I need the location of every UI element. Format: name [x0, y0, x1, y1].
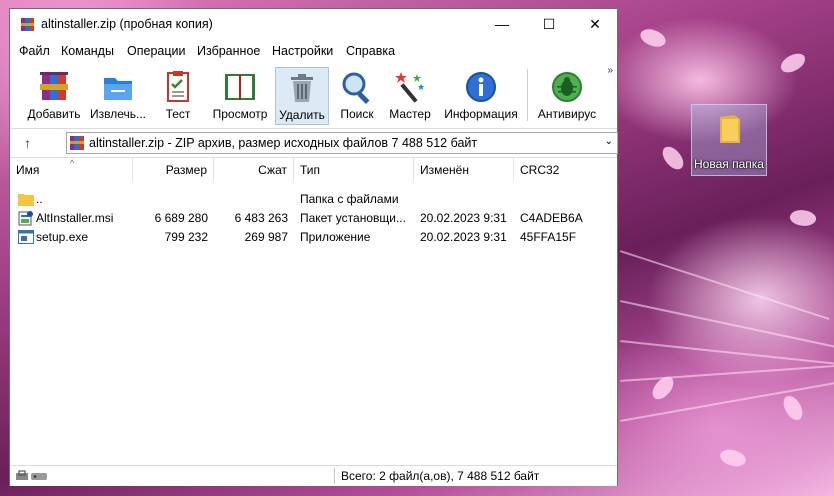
column-modified-label: Изменён: [420, 163, 469, 177]
file-size: 799 232: [164, 230, 208, 244]
menu-bar: Файл Команды Операции Избранное Настройк…: [10, 43, 617, 61]
add-button[interactable]: Добавить: [12, 67, 96, 125]
folder-icon: [18, 194, 34, 206]
file-list: Имя ^ Размер Сжат Тип Изменён CRC32 .. П…: [10, 157, 617, 464]
file-size: 6 689 280: [154, 211, 208, 225]
title-bar[interactable]: altinstaller.zip (пробная копия) — ☐ ✕: [10, 9, 617, 39]
status-separator: [334, 468, 335, 484]
file-modified: 20.02.2023 9:31: [420, 211, 507, 225]
test-icon: [167, 71, 189, 102]
add-archive-icon: [40, 72, 68, 100]
column-header-size[interactable]: Размер: [133, 158, 214, 182]
minimize-icon: —: [495, 16, 509, 32]
find-button[interactable]: Поиск: [332, 67, 382, 125]
column-size-label: Размер: [165, 163, 207, 177]
info-label: Информация: [444, 107, 518, 121]
test-button[interactable]: Тест: [152, 67, 204, 125]
info-icon: [466, 72, 496, 102]
winrar-app-icon: [21, 18, 34, 31]
wizard-label: Мастер: [389, 107, 431, 121]
trash-icon: [291, 74, 313, 102]
zip-archive-icon: [70, 136, 84, 150]
column-header-type[interactable]: Тип: [294, 158, 414, 182]
file-name: setup.exe: [36, 230, 89, 244]
sort-ascending-icon: ^: [70, 158, 75, 168]
close-button[interactable]: ✕: [572, 9, 618, 39]
magnifier-icon: [342, 72, 370, 104]
file-modified: 20.02.2023 9:31: [420, 230, 507, 244]
column-crc-label: CRC32: [520, 163, 560, 177]
column-header-crc[interactable]: CRC32: [514, 158, 618, 182]
status-text: Всего: 2 файл(а,ов), 7 488 512 байт: [341, 469, 540, 483]
menu-file[interactable]: Файл: [19, 44, 50, 58]
desktop-folder-new-folder[interactable]: Новая папка: [691, 104, 767, 176]
table-row[interactable]: setup.exe 799 232 269 987 Приложение 20.…: [10, 228, 617, 247]
file-crc: 45FFA15F: [520, 230, 577, 244]
file-packed: 269 987: [244, 230, 288, 244]
folder-icon: [720, 115, 740, 143]
toolbar-overflow-icon[interactable]: »: [607, 65, 613, 76]
file-name: AltInstaller.msi: [36, 211, 114, 225]
toolbar: Добавить Извлечь... Тест Просмотр Удалит…: [10, 65, 617, 127]
table-row[interactable]: AltInstaller.msi 6 689 280 6 483 263 Пак…: [10, 209, 617, 228]
chevron-down-icon[interactable]: ⌄: [605, 136, 613, 147]
view-button[interactable]: Просмотр: [208, 67, 272, 125]
maximize-button[interactable]: ☐: [526, 9, 572, 39]
winrar-window: altinstaller.zip (пробная копия) — ☐ ✕ Ф…: [9, 8, 618, 486]
extract-label: Извлечь...: [89, 107, 146, 121]
msi-package-icon: [18, 211, 33, 226]
column-packed-label: Сжат: [258, 163, 287, 177]
view-label: Просмотр: [212, 107, 268, 121]
minimize-button[interactable]: —: [479, 9, 525, 39]
file-type: Пакет установщи...: [300, 211, 406, 225]
file-packed: 6 483 263: [234, 211, 288, 225]
info-button[interactable]: Информация: [440, 67, 522, 125]
address-text: altinstaller.zip - ZIP архив, размер исх…: [89, 136, 478, 150]
column-header-name[interactable]: Имя ^: [10, 158, 133, 182]
column-header-packed[interactable]: Сжат: [214, 158, 294, 182]
menu-settings[interactable]: Настройки: [272, 44, 333, 58]
address-bar[interactable]: altinstaller.zip - ZIP архив, размер исх…: [66, 132, 618, 154]
delete-button[interactable]: Удалить: [275, 67, 329, 125]
view-book-icon: [225, 74, 255, 100]
status-bar: Всего: 2 файл(а,ов), 7 488 512 байт: [10, 465, 617, 486]
menu-help[interactable]: Справка: [346, 44, 395, 58]
file-type: Приложение: [300, 230, 371, 244]
desktop-folder-label: Новая папка: [694, 157, 764, 171]
toolbar-separator: [527, 69, 528, 121]
column-name-label: Имя: [16, 163, 40, 177]
address-row: ↑ altinstaller.zip - ZIP архив, размер и…: [10, 128, 618, 157]
menu-operations[interactable]: Операции: [127, 44, 185, 58]
window-title: altinstaller.zip (пробная копия): [41, 17, 213, 31]
delete-label: Удалить: [279, 108, 325, 122]
test-label: Тест: [165, 107, 191, 121]
file-name: ..: [36, 192, 43, 206]
column-type-label: Тип: [300, 163, 321, 177]
file-crc: C4ADEB6A: [520, 211, 583, 225]
maximize-icon: ☐: [542, 15, 556, 32]
file-type: Папка с файлами: [300, 192, 399, 206]
add-label: Добавить: [27, 107, 81, 121]
antivirus-button[interactable]: Антивирус: [532, 67, 602, 125]
close-icon: ✕: [589, 15, 601, 32]
wizard-wand-icon: [395, 72, 424, 103]
drive-lock-icon: [16, 470, 47, 480]
find-label: Поиск: [340, 107, 374, 121]
table-row[interactable]: .. Папка с файлами: [10, 190, 617, 209]
wizard-button[interactable]: Мастер: [384, 67, 436, 125]
up-arrow-icon[interactable]: ↑: [24, 135, 31, 151]
antivirus-bug-icon: [552, 72, 582, 102]
antivirus-label: Антивирус: [537, 107, 597, 121]
extract-button[interactable]: Извлечь...: [88, 67, 148, 125]
column-header-modified[interactable]: Изменён: [414, 158, 514, 182]
menu-favorites[interactable]: Избранное: [197, 44, 260, 58]
extract-icon: [104, 78, 132, 100]
menu-commands[interactable]: Команды: [61, 44, 114, 58]
exe-app-icon: [18, 230, 34, 244]
